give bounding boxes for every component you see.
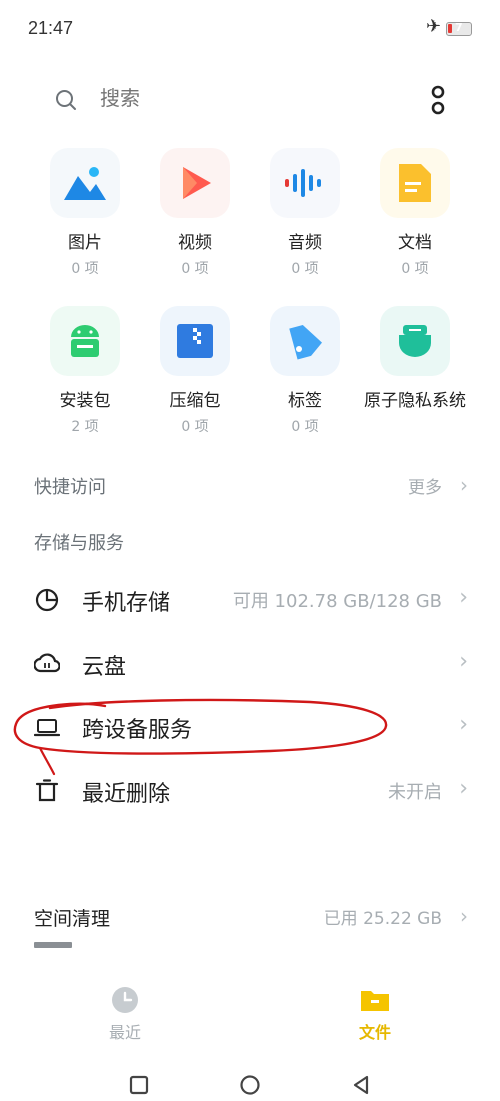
list-item-phone-storage[interactable]: 手机存储 可用 102.78 GB/128 GB › (0, 573, 500, 629)
chevron-right-icon: › (460, 473, 468, 497)
trash-icon (35, 779, 59, 802)
android-package-icon (50, 306, 120, 376)
category-label: 原子隐私系统 (364, 391, 466, 411)
search-input[interactable] (100, 86, 350, 110)
system-navigation-bar (0, 1062, 500, 1101)
recent-apps-icon[interactable] (128, 1074, 150, 1096)
storage-section-header: 存储与服务 (0, 523, 500, 559)
quick-access-title: 快捷访问 (34, 477, 106, 498)
category-label: 视频 (178, 233, 212, 253)
battery-level: 7 (455, 21, 463, 34)
storage-available: 可用 102.78 GB/128 GB (232, 591, 442, 612)
space-cleanup-row[interactable]: 空间清理 已用 25.22 GB › (0, 898, 500, 934)
category-label: 压缩包 (169, 391, 221, 411)
category-count: 0 项 (181, 261, 209, 277)
cleanup-progress-indicator (34, 942, 72, 948)
battery-icon: 7 (446, 21, 472, 36)
bottom-navigation: 最近 文件 (0, 975, 500, 1045)
list-item-label: 云盘 (82, 655, 127, 680)
archive-icon (160, 306, 230, 376)
category-count: 0 项 (181, 419, 209, 435)
list-item-cloud-drive[interactable]: 云盘 › (0, 637, 500, 693)
list-item-label: 跨设备服务 (82, 718, 193, 743)
list-item-cross-device[interactable]: 跨设备服务 › (0, 700, 500, 756)
category-count: 0 项 (291, 261, 319, 277)
quick-access-row[interactable]: 快捷访问 更多 › (0, 467, 500, 503)
list-item-label: 最近删除 (82, 782, 171, 807)
search-icon (56, 90, 76, 110)
airplane-icon: ✈ (426, 16, 442, 37)
cloud-icon (34, 653, 60, 673)
category-label: 音频 (288, 233, 322, 253)
status-bar: 21:47 ✈ 7 (0, 0, 500, 58)
back-icon[interactable] (350, 1074, 372, 1096)
tab-recent-label: 最近 (108, 1023, 141, 1042)
quick-access-more[interactable]: 更多 (408, 473, 442, 498)
clock-icon (112, 987, 138, 1013)
audio-icon (270, 148, 340, 218)
home-icon[interactable] (239, 1074, 261, 1096)
tab-recent[interactable]: 最近 (75, 985, 175, 1043)
privacy-system-icon (380, 306, 450, 376)
category-count: 0 项 (401, 261, 429, 277)
category-label: 图片 (68, 233, 102, 253)
tab-files-label: 文件 (358, 1023, 391, 1042)
category-count: 0 项 (291, 419, 319, 435)
document-icon (380, 148, 450, 218)
clock: 21:47 (28, 18, 74, 38)
tab-files[interactable]: 文件 (325, 985, 425, 1043)
more-options-icon[interactable] (426, 84, 450, 116)
chevron-right-icon: › (459, 776, 468, 801)
category-count: 2 项 (71, 419, 99, 435)
category-label: 文档 (398, 233, 432, 253)
chevron-right-icon: › (459, 649, 468, 674)
space-used: 已用 25.22 GB (323, 909, 442, 929)
search-bar[interactable] (0, 78, 500, 124)
pie-chart-icon (35, 588, 59, 612)
category-label: 安装包 (59, 391, 111, 411)
space-cleanup-title: 空间清理 (34, 908, 111, 930)
image-icon (50, 148, 120, 218)
list-item-recently-deleted[interactable]: 最近删除 未开启 › (0, 764, 500, 820)
folder-icon (361, 991, 389, 1011)
tag-icon (270, 306, 340, 376)
chevron-right-icon: › (459, 712, 468, 737)
chevron-right-icon: › (459, 585, 468, 610)
laptop-icon (34, 719, 60, 737)
category-count: 0 项 (71, 261, 99, 277)
chevron-right-icon: › (460, 904, 468, 928)
category-label: 标签 (288, 391, 322, 411)
video-icon (160, 148, 230, 218)
recently-deleted-status: 未开启 (388, 782, 442, 803)
storage-section-title: 存储与服务 (34, 533, 124, 554)
list-item-label: 手机存储 (82, 591, 171, 616)
